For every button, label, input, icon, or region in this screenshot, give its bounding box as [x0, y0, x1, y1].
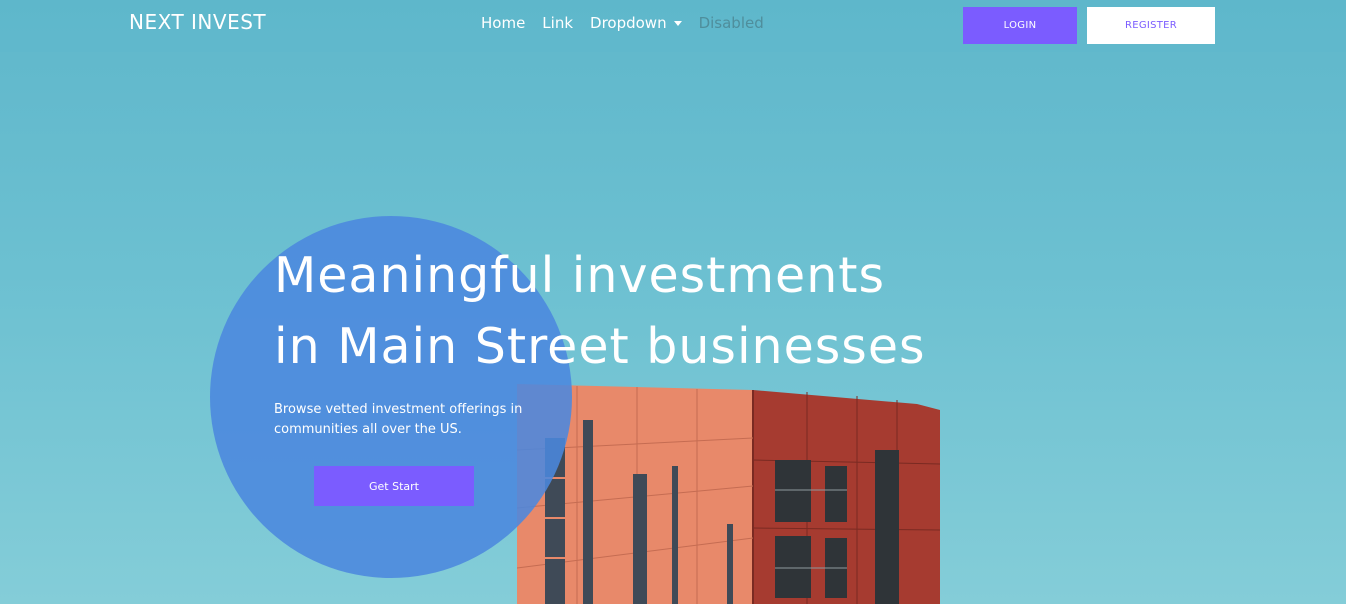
nav-link-link[interactable]: Link — [542, 14, 573, 32]
register-button[interactable]: REGISTER — [1087, 7, 1215, 44]
hero-headline-line-2: in Main Street businesses — [274, 318, 926, 375]
login-button[interactable]: LOGIN — [963, 7, 1077, 44]
nav-dropdown-toggle[interactable]: Dropdown — [590, 14, 682, 32]
hero-headline: Meaningful investments in Main Street bu… — [274, 240, 974, 382]
nav-link-disabled: Disabled — [698, 14, 764, 32]
nav-links: Home Link Dropdown Disabled — [481, 14, 764, 32]
top-navbar: NEXT INVEST Home Link Dropdown Disabled … — [0, 0, 1346, 52]
hero-headline-line-1: Meaningful investments — [274, 247, 886, 304]
nav-dropdown-label: Dropdown — [590, 14, 667, 32]
brand-logo[interactable]: NEXT INVEST — [129, 10, 266, 34]
get-start-button[interactable]: Get Start — [314, 466, 474, 506]
caret-down-icon — [673, 21, 682, 26]
hero-building-image — [517, 384, 941, 604]
nav-link-home[interactable]: Home — [481, 14, 525, 32]
hero-subtitle: Browse vetted investment offerings in co… — [274, 402, 523, 437]
